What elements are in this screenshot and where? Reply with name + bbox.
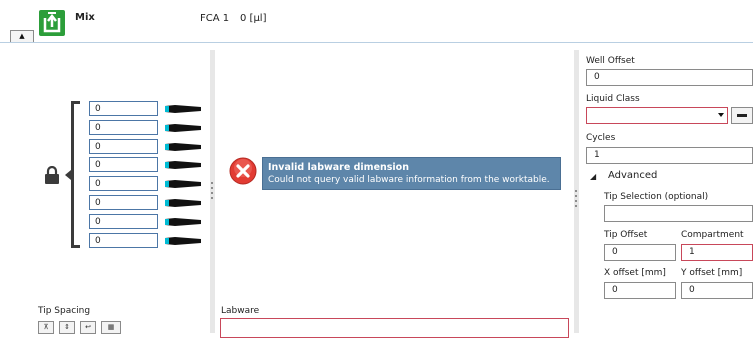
spacing-undo-button[interactable]: ↩ [80,321,96,334]
tip-4-input[interactable]: 0 [89,157,158,172]
spacing-min-button[interactable]: ⊼ [38,321,54,334]
tip-8-icon [165,237,201,245]
tip-5-input[interactable]: 0 [89,176,158,191]
tip-8-input[interactable]: 0 [89,233,158,248]
tip-1-input[interactable]: 0 [89,101,158,116]
tip-5-icon [165,180,201,188]
tip-7-input[interactable]: 0 [89,214,158,229]
error-message-title: Invalid labware dimension [268,162,409,173]
x-offset-input[interactable]: 0 [604,282,676,299]
tip-offset-label: Tip Offset [604,230,648,240]
fca-label: FCA 1 [200,13,230,24]
compartment-label: Compartment [681,230,744,240]
tip-spacing-label: Tip Spacing [38,306,91,316]
liquid-class-select[interactable] [586,107,728,124]
tip-6-icon [165,199,201,207]
well-offset-input[interactable]: 0 [586,69,753,86]
well-offset-label: Well Offset [586,56,635,66]
tip-2-icon [165,124,201,132]
tip-bracket [71,101,80,248]
labware-field[interactable] [220,318,569,338]
tip-4-icon [165,161,201,169]
lock-icon[interactable] [44,165,60,188]
error-message-box: Invalid labware dimension Could not quer… [262,157,561,190]
liquid-class-clear-button[interactable] [731,107,753,124]
tip-selection-label: Tip Selection (optional) [604,192,709,202]
tip-1-icon [165,105,201,113]
cycles-input[interactable]: 1 [586,147,753,164]
header-divider [0,42,753,43]
y-offset-input[interactable]: 0 [681,282,753,299]
clear-icon [737,114,747,117]
tip-7-icon [165,218,201,226]
spacing-adjust-button[interactable]: ⇕ [59,321,75,334]
advanced-section-toggle[interactable]: Advanced [608,170,657,181]
tip-2-input[interactable]: 0 [89,120,158,135]
labware-label: Labware [221,306,260,316]
tip-3-icon [165,143,201,151]
cycles-label: Cycles [586,133,616,143]
tip-6-input[interactable]: 0 [89,195,158,210]
command-title: Mix [75,12,95,23]
dropdown-icon[interactable] [718,113,724,117]
error-message-body: Could not query valid labware informatio… [268,175,550,185]
tip-bracket-notch [65,170,71,180]
compartment-input[interactable]: 1 [681,244,753,261]
left-splitter[interactable] [210,50,215,333]
y-offset-label: Y offset [mm] [681,268,743,278]
spacing-grid-button[interactable]: ▦ [101,321,121,334]
fca-volume: 0 [µl] [240,13,267,24]
x-offset-label: X offset [mm] [604,268,666,278]
mix-icon [39,10,65,36]
liquid-class-label: Liquid Class [586,94,640,104]
tip-offset-input[interactable]: 0 [604,244,676,261]
tip-selection-input[interactable] [604,205,753,222]
error-icon [229,157,257,185]
right-splitter[interactable] [574,50,579,333]
expand-arrow-icon[interactable]: ◢ [590,172,596,181]
tip-3-input[interactable]: 0 [89,139,158,154]
